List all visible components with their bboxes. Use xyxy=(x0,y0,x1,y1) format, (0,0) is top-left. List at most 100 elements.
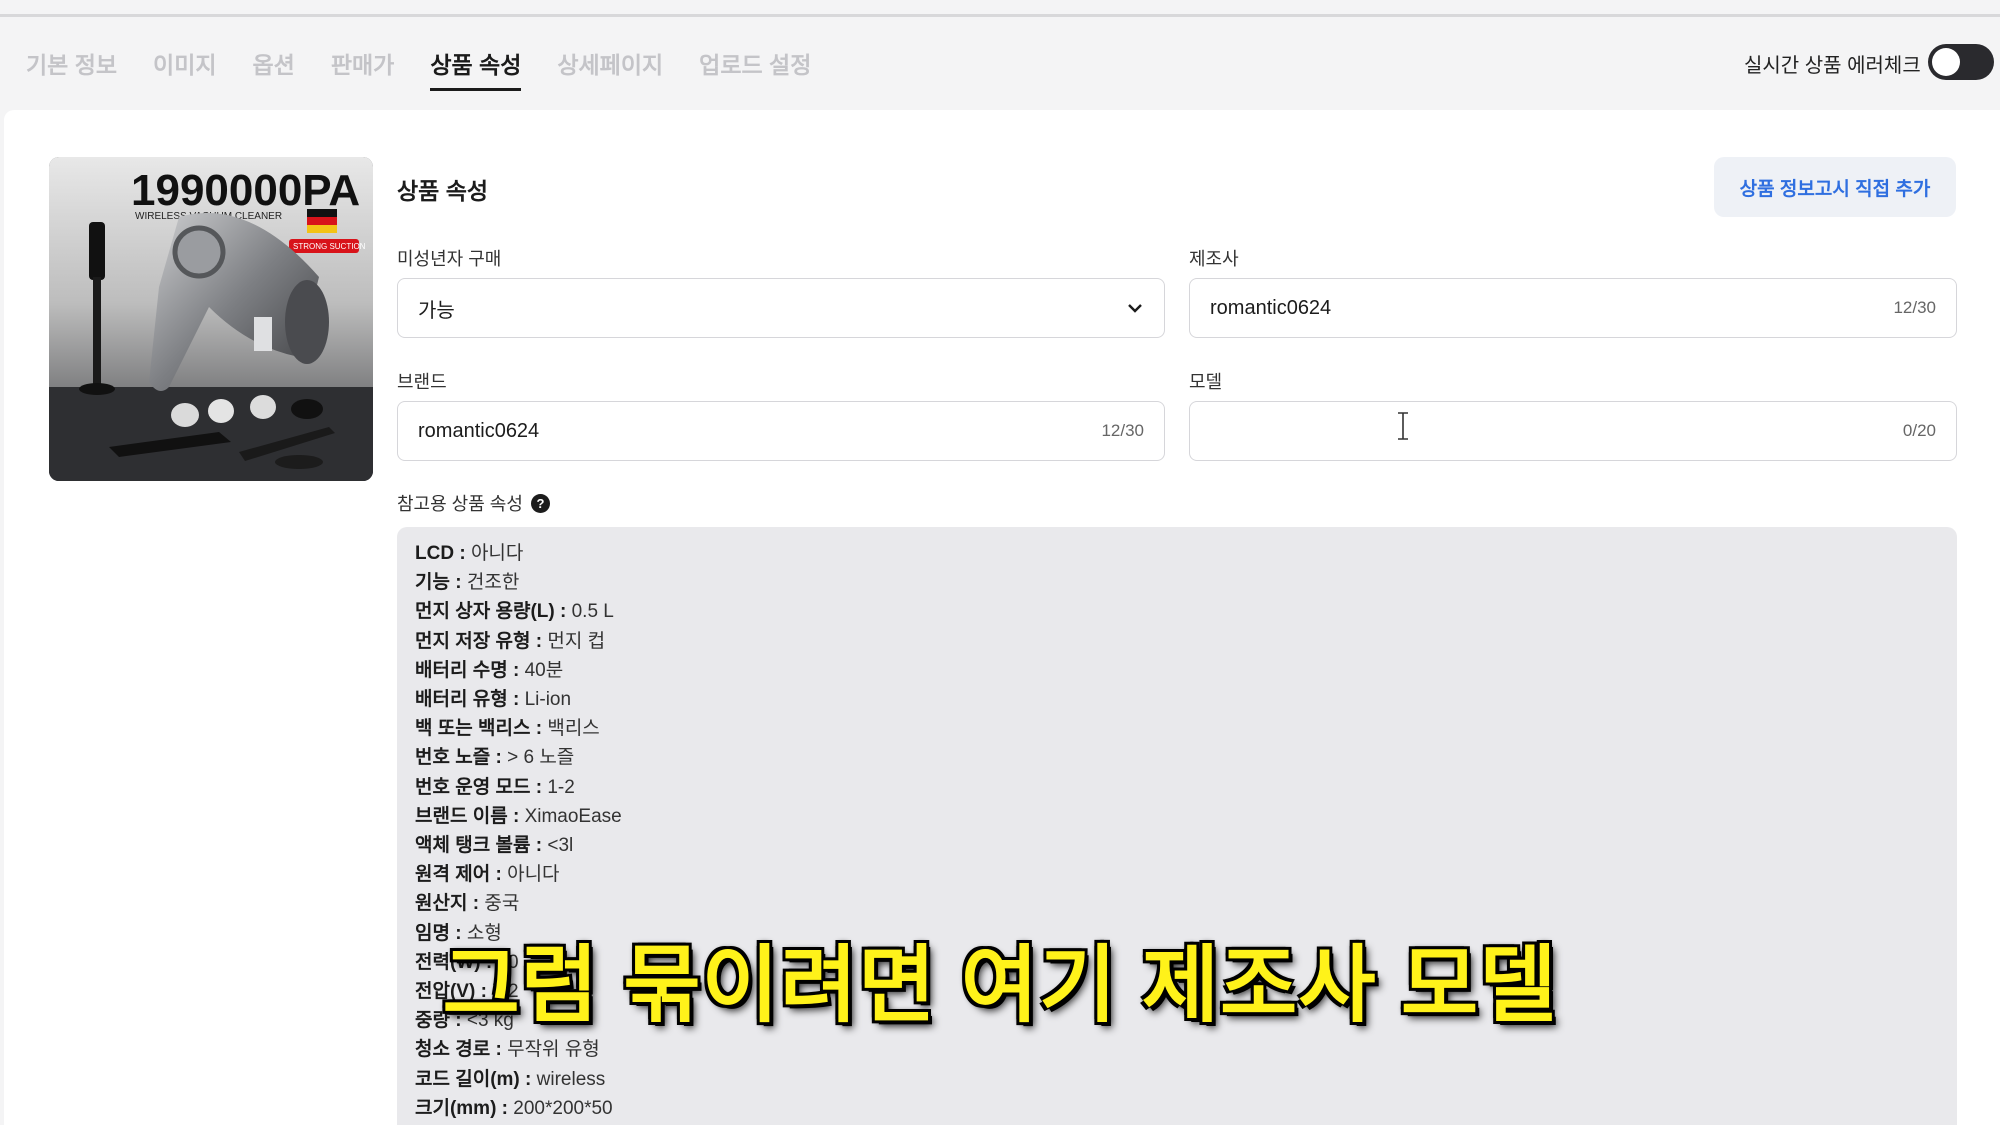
attribute-value: 40분 xyxy=(524,659,564,681)
manufacturer-field[interactable]: romantic0624 12/30 xyxy=(1189,278,1957,338)
attribute-key: 배터리 유형 xyxy=(415,689,508,711)
attribute-row: 먼지 저장 유형 : 먼지 컵 xyxy=(415,627,1957,656)
attribute-key: 번호 노즐 xyxy=(415,747,491,769)
brand-label: 브랜드 xyxy=(397,372,447,392)
product-thumbnail: 1990000PA WIRELESS VACUUM CLEANER STRONG… xyxy=(49,157,373,481)
attribute-row: 번호 노즐 : > 6 노즐 xyxy=(415,743,1957,772)
toggle-knob xyxy=(1932,48,1960,76)
manufacturer-char-count: 12/30 xyxy=(1893,298,1936,317)
section-title: 상품 속성 xyxy=(397,178,489,204)
attribute-separator: : xyxy=(507,805,525,827)
attribute-separator: : xyxy=(554,601,572,623)
tab-upload-settings[interactable]: 업로드 설정 xyxy=(699,46,811,88)
attribute-value: 백리스 xyxy=(547,718,600,740)
tab-bar: 기본 정보 이미지 옵션 판매가 상품 속성 상세페이지 업로드 설정 xyxy=(26,46,847,91)
attribute-separator: : xyxy=(507,659,525,681)
attribute-row: 먼지 상자 용량(L) : 0.5 L xyxy=(415,597,1957,626)
attribute-separator: : xyxy=(530,835,548,857)
attribute-key: 번호 운영 모드 xyxy=(415,776,531,798)
attribute-separator: : xyxy=(530,630,548,652)
attribute-key: 먼지 저장 유형 xyxy=(415,630,531,652)
attribute-value: 아니다 xyxy=(470,543,524,564)
attribute-row: 크기(mm) : 200*200*50 xyxy=(415,1094,1957,1123)
attribute-value: 먼지 컵 xyxy=(547,630,606,652)
attribute-value: 200*200*50 xyxy=(513,1097,613,1119)
attribute-value: > 6 노즐 xyxy=(507,747,575,769)
attribute-key: 기능 xyxy=(415,572,450,594)
attribute-key: 먼지 상자 용량(L) xyxy=(415,601,555,623)
attribute-key: 청소 경로 xyxy=(415,1039,491,1061)
attribute-row: 브랜드 이름 : XimaoEase xyxy=(415,802,1957,831)
minor-purchase-value: 가능 xyxy=(418,299,455,322)
attribute-value: 1-2 xyxy=(547,776,575,798)
attribute-separator: : xyxy=(467,893,485,915)
attribute-value: 0.5 L xyxy=(571,601,614,623)
brand-value: romantic0624 xyxy=(418,419,540,442)
model-field[interactable]: 0/20 xyxy=(1189,401,1957,461)
help-icon[interactable]: ? xyxy=(530,493,550,513)
attribute-row: 배터리 유형 : Li-ion xyxy=(415,685,1957,714)
attribute-value: 무작위 유형 xyxy=(507,1039,600,1061)
brand-char-count: 12/30 xyxy=(1101,421,1144,440)
attribute-row: 원산지 : 중국 xyxy=(415,889,1957,918)
attribute-key: 크기(mm) xyxy=(415,1097,497,1119)
attribute-row: 코드 길이(m) : wireless xyxy=(415,1065,1957,1094)
tab-options[interactable]: 옵션 xyxy=(253,46,295,88)
attribute-key: 원산지 xyxy=(415,893,468,915)
minor-purchase-select[interactable]: 가능 xyxy=(397,278,1165,338)
attribute-key: 액체 탱크 볼륨 xyxy=(415,835,531,857)
thumb-badge: STRONG SUCTION xyxy=(293,242,366,251)
attribute-separator: : xyxy=(490,747,508,769)
attribute-key: 코드 길이(m) xyxy=(415,1068,520,1090)
video-subtitle: 그럼 묶이려면 여기 제조사 모델 xyxy=(442,938,1558,1032)
attribute-separator: : xyxy=(490,864,508,886)
top-divider xyxy=(0,14,2000,17)
chevron-down-icon xyxy=(1128,304,1142,313)
tab-detail-page[interactable]: 상세페이지 xyxy=(557,46,663,88)
attribute-value: 아니다 xyxy=(507,864,560,886)
add-notice-button[interactable]: 상품 정보고시 직접 추가 xyxy=(1714,157,1956,217)
attribute-row: 원격 제어 : 아니다 xyxy=(415,860,1957,889)
attribute-key: 백 또는 백리스 xyxy=(415,718,531,740)
minor-purchase-label: 미성년자 구매 xyxy=(397,249,502,269)
attribute-value: <3l xyxy=(547,835,574,857)
attribute-row: 백 또는 백리스 : 백리스 xyxy=(415,714,1957,743)
attribute-separator: : xyxy=(530,718,548,740)
attribute-row: 청소 경로 : 무작위 유형 xyxy=(415,1035,1957,1064)
tab-images[interactable]: 이미지 xyxy=(153,46,216,88)
error-check-label: 실시간 상품 에러체크 xyxy=(1744,55,1921,77)
tab-price[interactable]: 판매가 xyxy=(331,46,394,88)
text-cursor-icon xyxy=(1398,412,1408,440)
attribute-value: 건조한 xyxy=(466,572,520,594)
attribute-key: 원격 제어 xyxy=(415,864,491,886)
tab-product-attributes[interactable]: 상품 속성 xyxy=(430,46,522,91)
attribute-separator: : xyxy=(496,1097,514,1119)
brand-field[interactable]: romantic0624 12/30 xyxy=(397,401,1165,461)
reference-label-text: 참고용 상품 속성 xyxy=(397,494,523,514)
attribute-row: LCD : 아니다 xyxy=(415,539,1957,568)
manufacturer-value: romantic0624 xyxy=(1210,296,1332,319)
attribute-value: Li-ion xyxy=(524,689,572,711)
attribute-separator: : xyxy=(519,1068,537,1090)
model-char-count: 0/20 xyxy=(1902,421,1936,440)
attribute-separator: : xyxy=(490,1039,508,1061)
attribute-separator: : xyxy=(507,689,525,711)
error-check-toggle[interactable] xyxy=(1928,44,1994,80)
attribute-separator: : xyxy=(454,543,471,564)
attribute-value: 중국 xyxy=(484,893,520,915)
attribute-key: 브랜드 이름 xyxy=(415,805,508,827)
attribute-row: 번호 운영 모드 : 1-2 xyxy=(415,773,1957,802)
attribute-row: 기능 : 건조한 xyxy=(415,568,1957,597)
attribute-value: XimaoEase xyxy=(524,805,622,827)
model-label: 모델 xyxy=(1189,372,1223,392)
attribute-row: 액체 탱크 볼륨 : <3l xyxy=(415,831,1957,860)
reference-attributes-label: 참고용 상품 속성 ? xyxy=(397,490,550,516)
thumb-headline: 1990000PA xyxy=(131,166,360,215)
attribute-separator: : xyxy=(449,572,467,594)
attribute-value: wireless xyxy=(536,1068,606,1090)
manufacturer-label: 제조사 xyxy=(1189,249,1239,269)
tab-basic-info[interactable]: 기본 정보 xyxy=(26,46,117,88)
attribute-row: 배터리 수명 : 40분 xyxy=(415,656,1957,685)
attribute-key: LCD xyxy=(415,543,455,564)
attribute-key: 배터리 수명 xyxy=(415,659,508,681)
